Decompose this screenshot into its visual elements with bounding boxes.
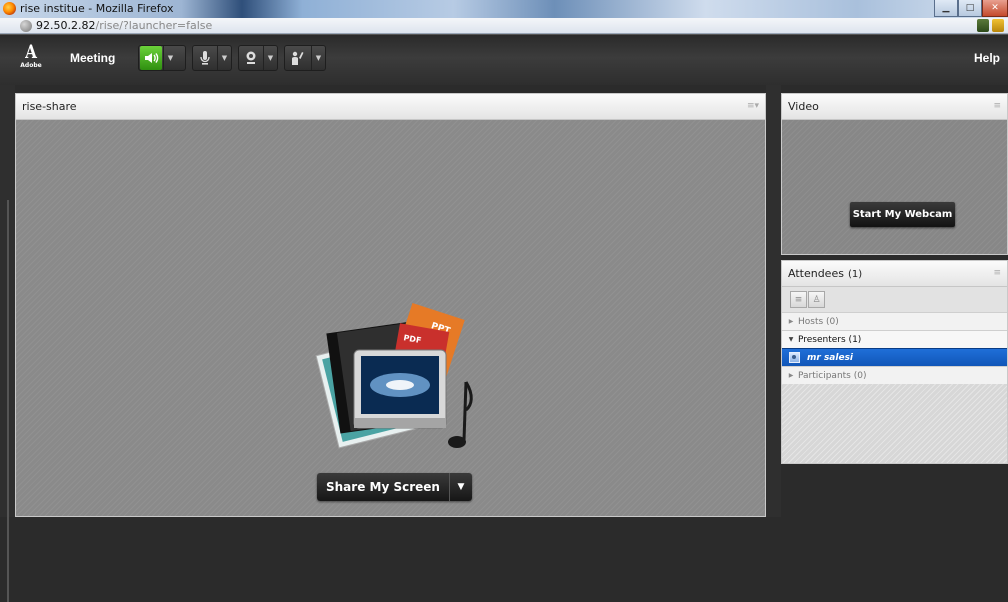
firefox-icon bbox=[3, 2, 16, 15]
attendees-toolbar: ≡ ♙ bbox=[782, 287, 1007, 312]
raise-hand-icon[interactable] bbox=[285, 46, 311, 70]
url-host: 92.50.2.82 bbox=[36, 19, 96, 32]
maximize-icon: □ bbox=[965, 3, 975, 13]
group-presenters[interactable]: ▼ Presenters (1) bbox=[782, 330, 1007, 348]
url-path: /rise/?launcher=false bbox=[95, 19, 213, 32]
expand-icon: ▶ bbox=[788, 372, 794, 379]
share-pod-title: rise-share bbox=[22, 100, 77, 113]
attendees-pod-title: Attendees (1) bbox=[788, 267, 862, 280]
video-pod-header: Video ≡ bbox=[782, 94, 1007, 120]
window-controls: ▁ □ ✕ bbox=[934, 0, 1008, 18]
attendee-row[interactable]: mr salesi bbox=[782, 348, 1007, 366]
connect-menubar: A Adobe Meeting ▼ ▼ ▼ ▼ Help bbox=[0, 34, 1008, 85]
group-participants-label: Participants (0) bbox=[798, 370, 867, 381]
address-bar[interactable]: 92.50.2.82/rise/?launcher=false bbox=[0, 18, 1008, 34]
pod-options-icon[interactable]: ≡▾ bbox=[747, 101, 759, 111]
divider bbox=[7, 200, 9, 602]
pod-options-icon[interactable]: ≡ bbox=[993, 101, 1001, 111]
chevron-down-icon[interactable]: ▼ bbox=[163, 46, 177, 70]
share-pod-header: rise-share ≡▾ bbox=[16, 94, 765, 120]
share-my-screen-control: Share My Screen ▼ bbox=[317, 473, 472, 501]
share-pod: rise-share ≡▾ PPT PDF Share My Screen ▼ bbox=[15, 93, 766, 517]
share-pod-body: PPT PDF Share My Screen ▼ bbox=[16, 120, 765, 516]
pod-gutter bbox=[766, 85, 781, 517]
group-hosts[interactable]: ▶ Hosts (0) bbox=[782, 312, 1007, 330]
addon-icons bbox=[977, 19, 1004, 32]
group-hosts-label: Hosts (0) bbox=[798, 316, 839, 327]
close-button[interactable]: ✕ bbox=[982, 0, 1008, 17]
layout-left-margin bbox=[0, 85, 15, 602]
adobe-logo: A Adobe bbox=[20, 43, 42, 73]
browser-titlebar: rise institue - Mozilla Firefox ▁ □ ✕ bbox=[0, 0, 1008, 18]
list-view-icon[interactable]: ≡ bbox=[790, 291, 807, 308]
group-participants[interactable]: ▶ Participants (0) bbox=[782, 366, 1007, 384]
chevron-down-icon[interactable]: ▼ bbox=[311, 46, 325, 70]
site-identity-icon[interactable] bbox=[20, 20, 32, 32]
attendee-name: mr salesi bbox=[807, 352, 854, 363]
chevron-down-icon[interactable]: ▼ bbox=[217, 46, 231, 70]
status-control[interactable]: ▼ bbox=[284, 45, 326, 71]
chevron-down-icon[interactable]: ▼ bbox=[263, 46, 277, 70]
attendees-title: Attendees bbox=[788, 267, 844, 280]
group-presenters-label: Presenters (1) bbox=[798, 334, 862, 345]
collapse-icon: ▼ bbox=[788, 336, 794, 343]
expand-icon: ▶ bbox=[788, 318, 794, 325]
attendee-count: (1) bbox=[847, 269, 863, 280]
window-title: rise institue - Mozilla Firefox bbox=[20, 2, 174, 15]
presenter-icon bbox=[789, 352, 800, 363]
video-pod-body: Start My Webcam bbox=[782, 120, 1007, 254]
speaker-control[interactable]: ▼ bbox=[138, 45, 186, 71]
meeting-menu[interactable]: Meeting bbox=[70, 51, 115, 65]
video-pod-title: Video bbox=[788, 100, 819, 113]
adobe-logo-mark: A bbox=[25, 41, 37, 63]
addon-icon[interactable] bbox=[992, 19, 1004, 32]
share-illustration-icon: PPT PDF bbox=[315, 303, 473, 449]
minimize-button[interactable]: ▁ bbox=[934, 0, 958, 17]
attendees-pod-header: Attendees (1) ≡ bbox=[782, 261, 1007, 287]
close-icon: ✕ bbox=[991, 3, 999, 13]
speaker-icon[interactable] bbox=[140, 46, 162, 70]
chevron-down-icon: ▼ bbox=[457, 482, 465, 492]
microphone-control[interactable]: ▼ bbox=[192, 45, 232, 71]
maximize-button[interactable]: □ bbox=[958, 0, 982, 17]
pod-options-icon[interactable]: ≡ bbox=[993, 268, 1001, 278]
start-webcam-button[interactable]: Start My Webcam bbox=[850, 202, 955, 227]
video-pod: Video ≡ Start My Webcam bbox=[781, 93, 1008, 255]
help-menu[interactable]: Help bbox=[974, 51, 1000, 65]
share-options-button[interactable]: ▼ bbox=[448, 473, 472, 501]
status-view-icon[interactable]: ♙ bbox=[808, 291, 825, 308]
microphone-icon[interactable] bbox=[193, 46, 217, 70]
share-my-screen-button[interactable]: Share My Screen bbox=[317, 473, 449, 501]
addon-icon[interactable] bbox=[977, 19, 989, 32]
url-field[interactable]: 92.50.2.82/rise/?launcher=false bbox=[36, 19, 212, 32]
attendees-pod: Attendees (1) ≡ ≡ ♙ ▶ Hosts (0) ▼ Present… bbox=[781, 260, 1008, 464]
webcam-icon[interactable] bbox=[239, 46, 263, 70]
minimize-icon: ▁ bbox=[942, 3, 950, 13]
adobe-logo-text: Adobe bbox=[20, 62, 42, 69]
attendees-empty-area bbox=[782, 384, 1007, 463]
webcam-control[interactable]: ▼ bbox=[238, 45, 278, 71]
